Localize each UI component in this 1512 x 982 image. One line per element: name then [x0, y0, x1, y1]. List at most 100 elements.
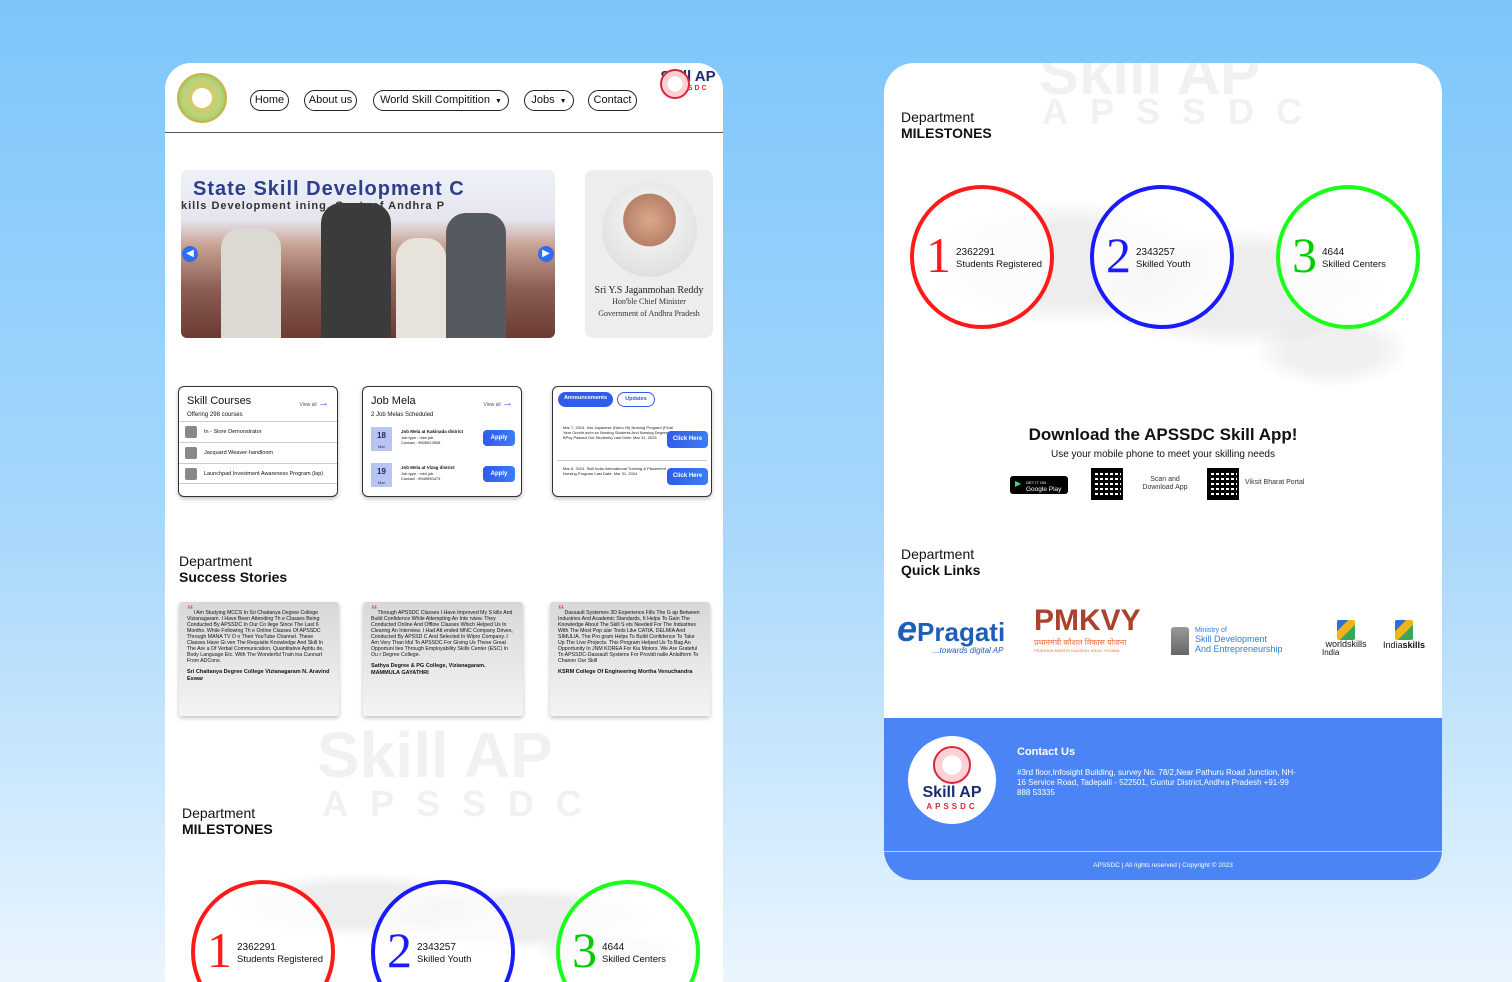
arrow-right-icon: →: [502, 397, 513, 409]
skill-ap-logo[interactable]: Skill AP APSSDC: [660, 69, 716, 129]
nav-jobs[interactable]: Jobs ▼: [524, 90, 574, 111]
hero-carousel[interactable]: State Skill Development C kills Developm…: [181, 170, 555, 338]
pmkvy-link[interactable]: PMKVY प्रधानमंत्री कौशल विकास योजना PRAD…: [1034, 604, 1141, 654]
epragati-wordmark: Pragati: [917, 617, 1006, 647]
header: Home About us World Skill Compitition ▼ J…: [165, 63, 723, 133]
job-item: 19 Mar Job Mela at Vizag district Job type…: [371, 463, 516, 488]
story-quote: Dassault Systemes 3D Experience Fills Th…: [558, 610, 702, 664]
skill-ap-watermark: Skill AP: [317, 719, 553, 791]
footer-contact-heading: Contact Us: [1017, 746, 1076, 758]
epragati-link[interactable]: ePragati ...towards digital AP: [897, 608, 1005, 655]
view-all-link[interactable]: View all →: [483, 397, 513, 409]
story-author: KSRM College Of Engineering Mortha Venuc…: [558, 669, 693, 675]
milestones-heading: Department MILESTONES: [901, 109, 992, 141]
course-icon: [185, 468, 197, 480]
nav-contact[interactable]: Contact: [588, 90, 637, 111]
story-author: Sathya Degree & PG College, Vizianagaram…: [371, 663, 486, 676]
epragati-tagline: ...towards digital AP: [933, 646, 1004, 655]
footer-address: #3rd floor,Infosight Building, survey No…: [1017, 768, 1296, 797]
story-quote: Through APSSDC Classes I Have Improved M…: [371, 610, 515, 658]
ap-emblem-icon: [177, 73, 227, 123]
hero-person: [396, 238, 446, 338]
india-skills-icon: [1395, 620, 1413, 640]
msde-line2: Skill Development: [1195, 634, 1268, 644]
msde-link[interactable]: Ministry of Skill Development And Entrep…: [1171, 627, 1283, 655]
announcements-card: Announcements Updates Mar 7, 2024. Into …: [552, 386, 712, 497]
app-download-subtitle: Use your mobile phone to meet your skill…: [1050, 449, 1275, 460]
view-all-link[interactable]: View all →: [299, 397, 329, 409]
milestone-youth: 2 2343257 Skilled Youth: [1090, 185, 1234, 329]
epragati-e: e: [897, 608, 918, 649]
landing-page-right: Skill AP APSSDC Department MILESTONES 12…: [884, 63, 1442, 880]
job-item: 18 Mar Job Mela at Kakinada district Job t…: [371, 427, 516, 452]
apply-button[interactable]: Apply: [483, 466, 515, 482]
pmkvy-hindi: प्रधानमंत्री कौशल विकास योजना: [1034, 638, 1127, 647]
hero-banner-subtext: kills Development ining, Govt. of Andhra…: [181, 200, 446, 212]
click-here-button[interactable]: Click Here: [667, 468, 708, 485]
india-skills-text-b: skills: [1402, 640, 1426, 650]
quick-links-heading: Department Quick Links: [901, 546, 981, 578]
hero-person: [221, 228, 281, 338]
footer-copyright: APSSDC | All rights reserved | Copyright…: [1093, 862, 1233, 869]
course-item[interactable]: Launchpad Investment Awareness Program (…: [179, 463, 337, 484]
arrow-right-icon: →: [318, 397, 329, 409]
story-quote: I Am Studying MCCS In Sri Chaitanya Degr…: [187, 610, 331, 664]
nav-wsc-label: World Skill Compitition: [380, 94, 490, 106]
success-story-card: Dassault Systemes 3D Experience Fills Th…: [550, 602, 710, 716]
click-here-button[interactable]: Click Here: [667, 431, 708, 448]
course-item[interactable]: In - Store Demonstrator: [179, 421, 337, 442]
app-download-title: Download the APSSDC Skill App!: [1028, 425, 1298, 444]
worldskills-india-link[interactable]: worldskills India: [1322, 620, 1370, 657]
hero-person: [321, 203, 391, 338]
nav-about[interactable]: About us: [304, 90, 357, 111]
apply-button[interactable]: Apply: [483, 430, 515, 446]
pmkvy-wordmark: PMKVY: [1034, 604, 1141, 637]
caret-down-icon: ▼: [559, 98, 567, 105]
job-date: 19 Mar: [371, 463, 392, 487]
india-skills-text-a: India: [1382, 640, 1403, 650]
scan-download-label: Scan and Download App: [1142, 476, 1188, 491]
qr-code-icon: [1207, 468, 1239, 500]
tab-announcements[interactable]: Announcements: [558, 392, 613, 407]
india-skills-link[interactable]: Indiaskills: [1381, 620, 1427, 650]
tab-updates[interactable]: Updates: [617, 392, 655, 407]
pmkvy-english: PRADHAN MANTRI KAUSHAL VIKAS YOJANA: [1034, 648, 1120, 653]
footer-divider: [884, 851, 1442, 852]
google-play-button[interactable]: GET IT ONGoogle Play: [1010, 476, 1068, 494]
viksit-bharat-link[interactable]: Viksit Bharat Portal: [1245, 479, 1304, 487]
card-title: Skill Courses: [187, 395, 252, 407]
cm-name: Sri Y.S Jaganmohan Reddy: [594, 285, 704, 296]
divider: [557, 460, 707, 461]
announcement-text: Mar 7, 2024. Into Japanese (Nano Hr) Nur…: [563, 425, 673, 440]
apssdc-watermark: APSSDC: [1042, 91, 1325, 132]
nav-world-skill-competition[interactable]: World Skill Compitition ▼: [373, 90, 509, 111]
success-story-card: I Am Studying MCCS In Sri Chaitanya Degr…: [179, 602, 339, 716]
footer-logo-subtext: APSSDC: [926, 802, 978, 811]
logo-mark-icon: [933, 746, 971, 784]
job-info: Job Mela at Vizag district Job type : min…: [401, 465, 455, 481]
cm-title: Hon'ble Chief Minister: [612, 297, 686, 306]
card-subtitle: Offering 298 courses: [187, 412, 243, 418]
nav-jobs-label: Jobs: [531, 94, 555, 106]
carousel-prev-button[interactable]: ◀: [182, 246, 198, 262]
msde-line1: Ministry of: [1195, 627, 1227, 634]
qr-code-icon: [1091, 468, 1123, 500]
success-story-card: Through APSSDC Classes I Have Improved M…: [363, 602, 523, 716]
job-mela-card: Job Mela View all → 2 Job Melas Schedule…: [362, 386, 522, 497]
cm-card: Sri Y.S Jaganmohan Reddy Hon'ble Chief M…: [585, 170, 713, 338]
worldskills-india-text: India: [1322, 648, 1340, 657]
course-item[interactable]: Jacquard Weaver-handloom: [179, 442, 337, 463]
hero-banner-text: State Skill Development C: [193, 178, 465, 200]
course-icon: [185, 426, 197, 438]
footer-logo-text: Skill AP: [922, 784, 982, 801]
success-heading: Department Success Stories: [179, 553, 288, 585]
national-emblem-icon: [1171, 627, 1189, 655]
skill-courses-card: Skill Courses View all → Offering 298 co…: [178, 386, 338, 497]
landing-page-left: Skill AP APSSDC Home About us World Skil…: [165, 63, 723, 982]
carousel-next-button[interactable]: ▶: [538, 246, 554, 262]
footer-logo: Skill AP APSSDC: [908, 736, 996, 824]
nav-home[interactable]: Home: [250, 90, 289, 111]
milestones-heading: Department MILESTONES: [182, 805, 273, 837]
milestone-students: 1 2362291 Students Registered: [910, 185, 1054, 329]
hero-person: [446, 213, 506, 338]
